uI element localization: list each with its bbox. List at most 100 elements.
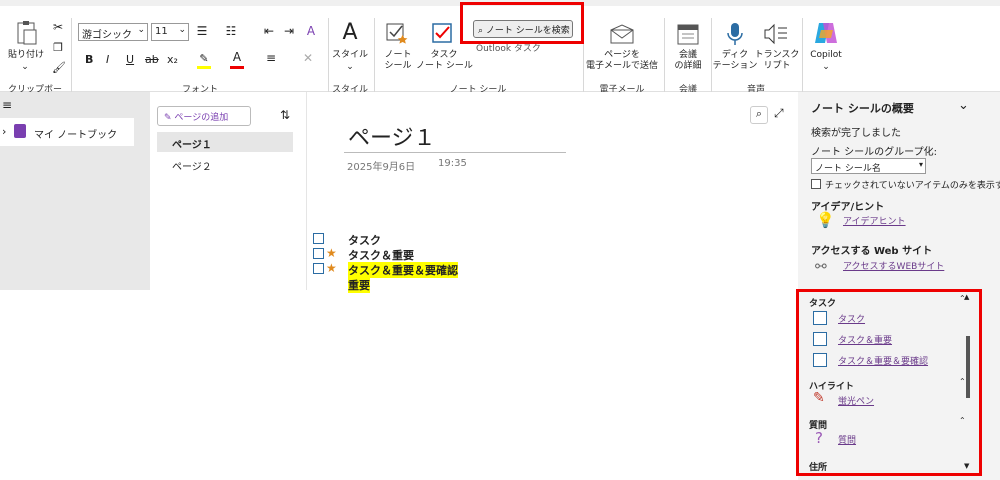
scroll-down-icon[interactable]: ▼ <box>964 462 969 470</box>
task-result-link[interactable]: タスク＆重要 <box>838 333 892 346</box>
sort-icon[interactable]: ⇅ <box>280 108 290 122</box>
meeting-details-button[interactable]: 会議 の詳細 <box>667 50 709 72</box>
task-result-link[interactable]: タスク <box>838 312 865 325</box>
page-item[interactable]: ページ１ <box>157 132 293 152</box>
style-icon[interactable]: A <box>336 20 364 46</box>
microphone-icon[interactable] <box>726 22 744 46</box>
address-heading: 住所 <box>809 463 828 473</box>
note-tag-button[interactable]: ノート シール <box>376 50 420 72</box>
strikethrough-button[interactable]: ab <box>145 53 159 66</box>
task-tag-button[interactable]: タスク ノート シール <box>416 50 473 72</box>
style-button[interactable]: スタイル <box>330 50 370 61</box>
unchecked-only-checkbox[interactable] <box>811 179 821 189</box>
ribbon: 貼り付け ⌄ ✂ ❐ 🖌 クリップボード 游ゴシック⌄ 11⌄ ☰ ☷ ⇤ ⇥ … <box>0 0 1000 108</box>
separator <box>802 18 803 92</box>
chevron-down-icon[interactable]: ⌄ <box>20 62 30 73</box>
indent-icon[interactable]: ⇥ <box>282 25 296 37</box>
font-color-bar <box>230 66 244 69</box>
find-tags-icon: ⌕ <box>478 26 486 36</box>
underline-button[interactable]: U <box>126 53 134 66</box>
italic-button[interactable]: I <box>106 53 109 66</box>
email-icon[interactable] <box>609 24 635 44</box>
tags-summary-pane: ノート シールの概要 ⌄ 検索が完了しました ノート シールのグループ化: ノー… <box>798 92 1000 480</box>
chevron-down-icon[interactable]: ⌄ <box>821 62 831 73</box>
bold-button[interactable]: B <box>85 53 93 66</box>
task-checkbox[interactable] <box>313 233 324 244</box>
clear-icon[interactable]: ✕ <box>301 52 315 64</box>
task-text: 重要 <box>348 277 370 293</box>
separator <box>664 18 665 92</box>
task-text: タスク <box>348 234 381 247</box>
search-icon[interactable]: ⌕ <box>750 106 768 124</box>
task-checkbox[interactable] <box>313 263 324 274</box>
font-size-value: 11 <box>155 26 168 37</box>
transcribe-icon[interactable] <box>763 22 789 46</box>
paste-button[interactable]: 貼り付け <box>4 50 48 61</box>
email-page-button[interactable]: ページを 電子メールで送信 <box>584 50 660 72</box>
title-underline <box>344 152 566 153</box>
font-family-select[interactable]: 游ゴシック ⌄ <box>78 23 148 41</box>
dictate-button[interactable]: ディク テーション <box>712 50 758 72</box>
highlight-link[interactable]: 蛍光ペン <box>838 394 874 407</box>
notebook-name: マイ ノートブック <box>34 130 118 141</box>
task-tag-icon[interactable] <box>431 22 455 46</box>
task-text: タスク＆重要＆要確認 <box>348 262 458 278</box>
page-item[interactable]: ページ２ <box>157 154 293 174</box>
outdent-icon[interactable]: ⇤ <box>262 25 276 37</box>
group-by-select[interactable]: ノート シール名 ▾ <box>811 158 926 174</box>
note-tag-icon[interactable] <box>385 22 409 46</box>
format-painter-icon[interactable]: 🖌 <box>52 62 66 73</box>
task-checkbox-icon <box>813 353 827 367</box>
calendar-icon[interactable] <box>676 22 700 46</box>
question-icon: ? <box>815 429 823 447</box>
website-link[interactable]: アクセスするWEBサイト <box>843 259 944 272</box>
scroll-up-icon[interactable]: ▲ <box>964 293 969 301</box>
bullet-list-icon[interactable]: ☰ <box>193 25 211 37</box>
pages-pane: ✎ ページの追加 ⇅ ページ１ ページ２ <box>150 92 307 290</box>
paste-icon[interactable] <box>14 20 40 48</box>
separator <box>328 18 329 92</box>
numbered-list-icon[interactable]: ☷ <box>222 25 240 37</box>
separator <box>71 18 72 92</box>
scrollbar-thumb[interactable] <box>966 336 970 398</box>
find-tags-button[interactable]: ⌕ ノート シールを検索 <box>473 20 573 38</box>
website-heading: アクセスする Web サイト <box>811 246 933 257</box>
expand-icon[interactable]: ⤢ <box>774 106 784 121</box>
unchecked-only-label: チェックされていないアイテムのみを表示す <box>825 181 1000 191</box>
outlook-tasks-button[interactable]: Outlook タスク <box>476 44 556 55</box>
copy-icon[interactable]: ❐ <box>52 42 64 53</box>
notebook-pane: ≡ › マイ ノートブック <box>0 92 150 290</box>
clear-format-icon[interactable]: A <box>304 25 318 37</box>
star-icon: ★ <box>326 261 337 275</box>
collapse-chevron-icon[interactable]: ⌄ <box>958 98 969 113</box>
page-time: 19:35 <box>438 158 467 169</box>
chevron-right-icon: › <box>2 125 7 138</box>
align-icon[interactable]: ≡ <box>264 52 278 64</box>
task-text: タスク＆重要 <box>348 249 414 262</box>
group-by-label: ノート シールのグループ化: <box>811 147 937 158</box>
copilot-icon[interactable] <box>813 20 839 46</box>
page-date: 2025年9月6日 <box>347 162 416 173</box>
hamburger-icon[interactable]: ≡ <box>2 98 12 112</box>
font-size-select[interactable]: 11 ⌄ <box>151 23 189 41</box>
copilot-button[interactable]: Copilot <box>805 50 847 61</box>
separator <box>374 18 375 92</box>
page-title[interactable]: ページ１ <box>348 120 436 152</box>
page-canvas: ⌕ ⤢ ページ１ 2025年9月6日 19:35 タスク ★ タスク＆重要 ★ … <box>308 92 798 293</box>
question-link[interactable]: 質問 <box>838 433 856 446</box>
subscript-button[interactable]: x₂ <box>167 53 178 66</box>
idea-link[interactable]: アイデアヒント <box>843 214 906 227</box>
cut-icon[interactable]: ✂ <box>52 21 64 33</box>
notebook-icon <box>14 124 26 138</box>
task-result-link[interactable]: タスク＆重要＆要確認 <box>838 354 928 367</box>
notebook-item[interactable]: › マイ ノートブック <box>0 118 134 146</box>
scrollbar[interactable]: ▲ ▼ <box>964 293 971 472</box>
chevron-down-icon[interactable]: ⌄ <box>345 62 355 73</box>
highlighter-icon[interactable]: ✎ <box>197 53 211 64</box>
task-checkbox[interactable] <box>313 248 324 259</box>
task-checkbox-icon <box>813 332 827 346</box>
add-page-button[interactable]: ✎ ページの追加 <box>157 106 251 126</box>
font-color-icon[interactable]: A <box>230 51 244 63</box>
summary-title: ノート シールの概要 <box>811 102 914 115</box>
transcribe-button[interactable]: トランスク リプト <box>754 50 800 72</box>
